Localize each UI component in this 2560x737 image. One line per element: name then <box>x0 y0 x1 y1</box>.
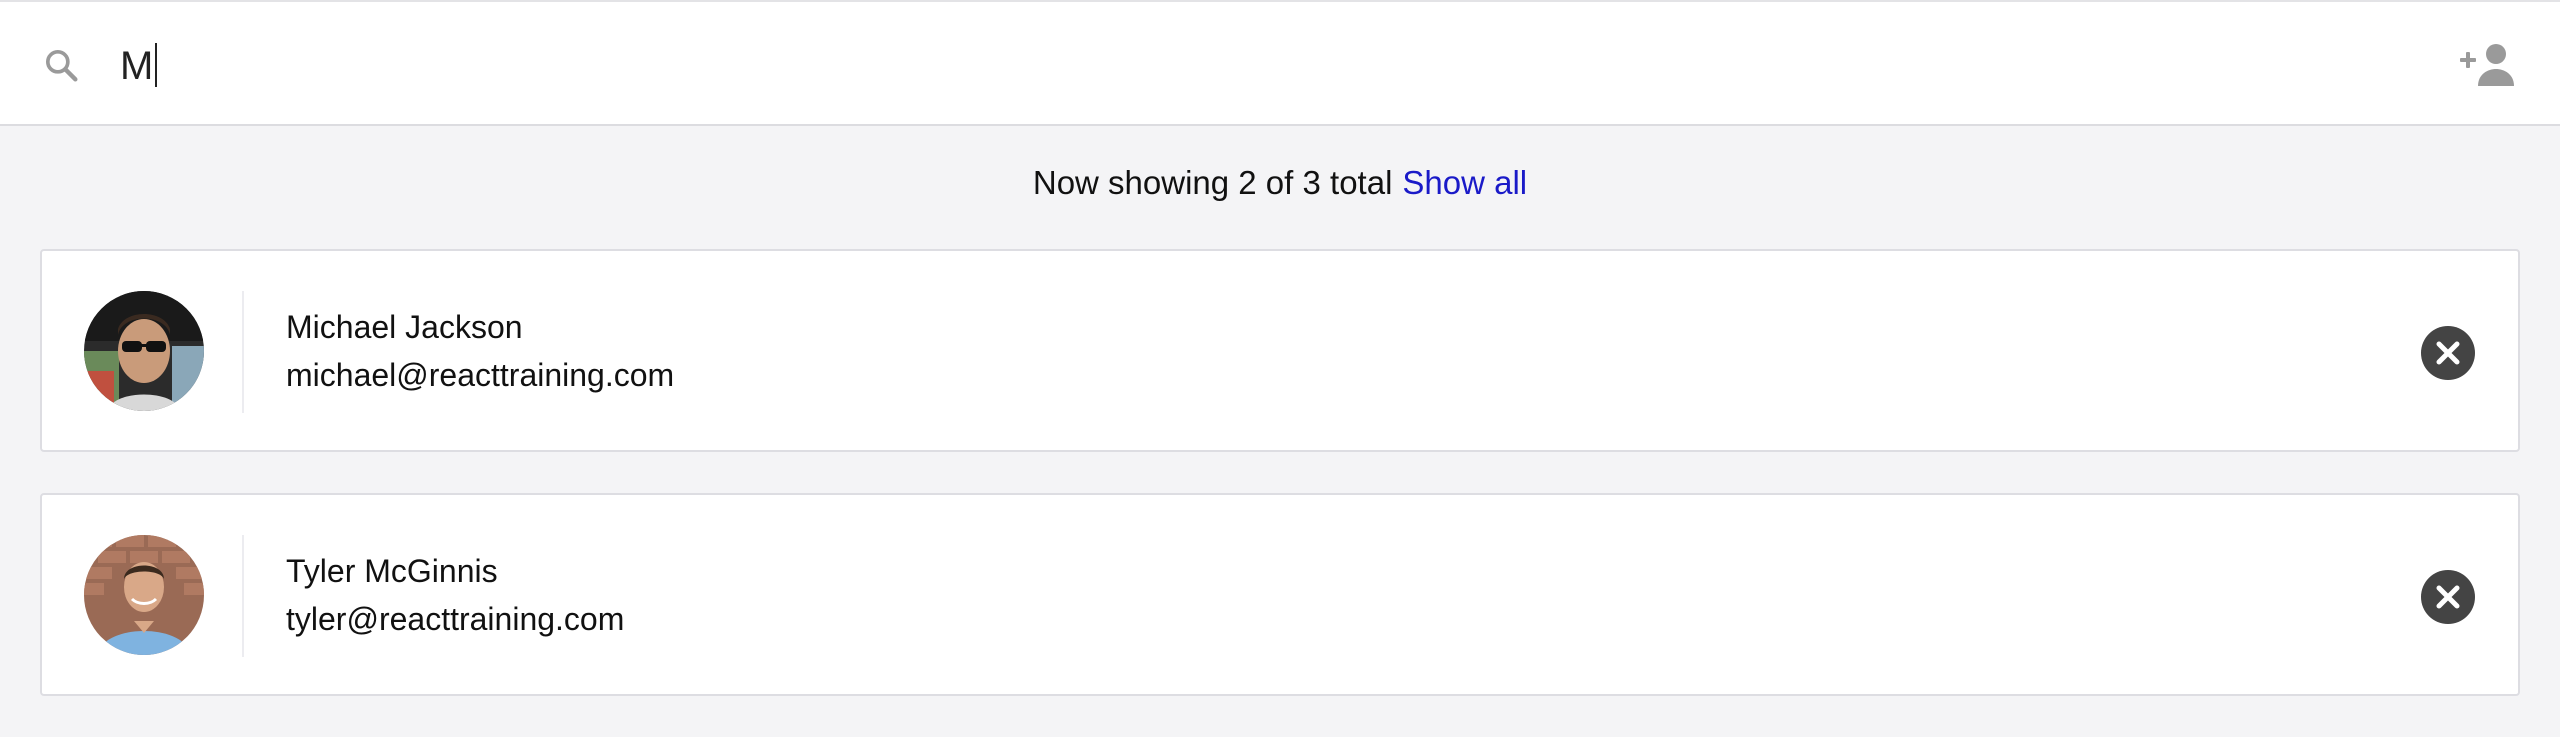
search-icon <box>46 50 78 82</box>
contact-name: Michael Jackson <box>286 309 523 345</box>
contact-name: Tyler McGinnis <box>286 553 498 589</box>
show-all-link[interactable]: Show all <box>1402 164 1527 201</box>
divider <box>242 291 244 413</box>
results-count-text: Now showing 2 of 3 total <box>1032 164 1393 201</box>
search-input-value: M <box>120 44 154 88</box>
add-user-icon <box>2460 44 2514 86</box>
avatar <box>84 291 204 411</box>
text-caret <box>155 43 158 87</box>
avatar <box>84 535 204 655</box>
contact-card: Tyler McGinnis tyler@reacttraining.com <box>40 493 2520 696</box>
contact-list: Michael Jackson michael@reacttraining.co… <box>40 249 2520 737</box>
divider <box>242 535 244 657</box>
remove-contact-button[interactable] <box>2420 569 2476 625</box>
results-status: Now showing 2 of 3 total Show all <box>0 160 2560 206</box>
remove-contact-button[interactable] <box>2420 325 2476 381</box>
add-user-button[interactable] <box>2460 42 2518 88</box>
search-input[interactable]: M <box>120 42 158 90</box>
search-bar: M <box>0 0 2560 126</box>
contact-email: tyler@reacttraining.com <box>286 601 625 637</box>
contact-card: Michael Jackson michael@reacttraining.co… <box>40 249 2520 452</box>
contact-email: michael@reacttraining.com <box>286 357 675 393</box>
